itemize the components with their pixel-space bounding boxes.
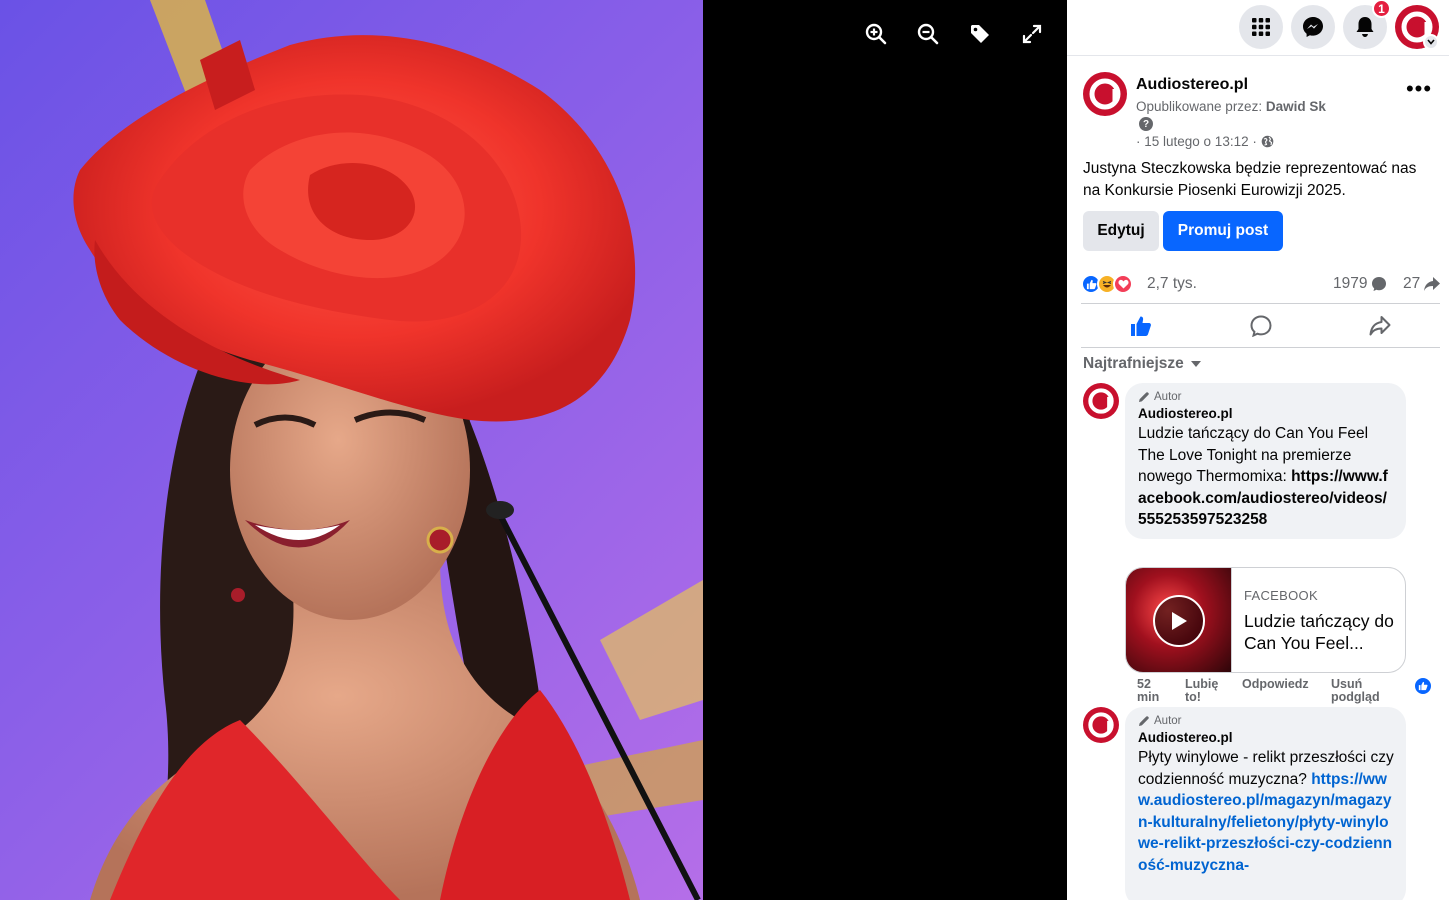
share-button[interactable] xyxy=(1320,304,1440,347)
reactions-count[interactable]: 2,7 tys. xyxy=(1147,275,1197,293)
author-badge: Autor xyxy=(1138,715,1394,727)
reactions-bar: 2,7 tys. 1979 27 xyxy=(1081,272,1443,296)
fullscreen-icon[interactable] xyxy=(1016,18,1048,50)
comment-sort-label: Najtrafniejsze xyxy=(1083,355,1184,372)
play-icon xyxy=(1153,595,1205,647)
comment-author[interactable]: Audiostereo.pl xyxy=(1138,406,1394,421)
post-photo[interactable] xyxy=(0,0,703,900)
tag-icon[interactable] xyxy=(964,18,996,50)
comment-time[interactable]: 52 min xyxy=(1137,678,1173,704)
preview-source: FACEBOOK xyxy=(1244,588,1318,603)
viewer-toolbar xyxy=(860,18,1048,50)
post-text: Justyna Steczkowska będzie reprezentować… xyxy=(1083,160,1417,199)
post-timestamp[interactable]: · 15 lutego o 13:12 · xyxy=(1136,134,1257,149)
post-panel: 1 Audiostereo.pl Opublikowane przez: Daw… xyxy=(1067,0,1449,900)
comment-text: Ludzie tańczący do Can You Feel The Love… xyxy=(1138,423,1394,531)
post-options-button[interactable]: ••• xyxy=(1403,78,1435,106)
pencil-icon xyxy=(1139,716,1149,726)
preview-title: Ludzie tańczący do Can You Feel... xyxy=(1244,611,1394,653)
published-by-label: Opublikowane przez: xyxy=(1136,99,1263,114)
author-badge-label: Autor xyxy=(1154,715,1182,727)
photo-illustration xyxy=(73,0,703,900)
account-menu-caret[interactable] xyxy=(1423,34,1439,50)
reaction-icons[interactable] xyxy=(1081,274,1133,294)
like-button[interactable] xyxy=(1081,304,1201,347)
comment-button[interactable] xyxy=(1201,304,1321,347)
comment-sort-dropdown[interactable]: Najtrafniejsze xyxy=(1083,355,1202,373)
comment-avatar[interactable] xyxy=(1083,707,1119,743)
comment-bubble: Autor Audiostereo.pl Ludzie tańczący do … xyxy=(1125,383,1406,539)
author-badge-label: Autor xyxy=(1154,391,1182,403)
comment-bubble: Autor Audiostereo.pl Płyty winylowe - re… xyxy=(1125,707,1406,900)
viewer-background xyxy=(703,0,1067,900)
comment-avatar[interactable] xyxy=(1083,383,1119,419)
comment-text: Płyty winylowe - relikt przeszłości czy … xyxy=(1138,747,1394,876)
author-badge: Autor xyxy=(1138,391,1394,403)
notification-badge: 1 xyxy=(1372,0,1391,18)
comments-count[interactable]: 1979 xyxy=(1333,275,1387,293)
top-navigation: 1 xyxy=(1067,0,1449,56)
comments-count-value: 1979 xyxy=(1333,275,1368,292)
help-icon[interactable]: ? xyxy=(1139,117,1153,131)
post-date: · 15 lutego o 13:12 · xyxy=(1136,134,1274,149)
post-actions xyxy=(1081,303,1440,348)
chevron-down-icon xyxy=(1427,39,1435,45)
audiostereo-logo-icon xyxy=(1083,707,1119,743)
audiostereo-logo-icon xyxy=(1083,72,1127,116)
comment-icon xyxy=(1249,314,1272,337)
published-by-name[interactable]: Dawid Sk xyxy=(1266,99,1326,114)
published-by: Opublikowane przez: Dawid Sk xyxy=(1136,99,1326,114)
zoom-in-icon[interactable] xyxy=(860,18,892,50)
share-icon xyxy=(1369,315,1391,335)
globe-icon xyxy=(1261,135,1274,148)
comment-like-icon xyxy=(1413,676,1433,696)
shares-count-value: 27 xyxy=(1403,275,1421,292)
comment-like-link[interactable]: Lubię to! xyxy=(1185,678,1229,704)
shares-count[interactable]: 27 xyxy=(1403,275,1441,293)
caret-down-icon xyxy=(1190,361,1201,367)
share-arrow-icon xyxy=(1424,277,1441,291)
messenger-button[interactable] xyxy=(1291,5,1335,49)
page-name[interactable]: Audiostereo.pl xyxy=(1136,76,1248,94)
messenger-icon xyxy=(1303,17,1323,37)
video-thumbnail xyxy=(1126,568,1232,672)
love-reaction-icon xyxy=(1113,274,1133,294)
menu-button[interactable] xyxy=(1239,5,1283,49)
edit-button[interactable]: Edytuj xyxy=(1083,211,1159,251)
remove-preview-link[interactable]: Usuń podgląd xyxy=(1331,678,1391,704)
grid-menu-icon xyxy=(1252,18,1270,36)
link-preview-card[interactable]: FACEBOOK Ludzie tańczący do Can You Feel… xyxy=(1125,567,1406,673)
comment-bubble-icon xyxy=(1372,277,1387,291)
comment: Autor Audiostereo.pl Płyty winylowe - re… xyxy=(1083,707,1443,900)
notifications-button[interactable]: 1 xyxy=(1343,0,1391,49)
page-avatar[interactable] xyxy=(1083,72,1127,116)
promote-post-button[interactable]: Promuj post xyxy=(1163,211,1283,251)
bell-icon xyxy=(1356,17,1374,37)
thumbs-up-icon xyxy=(1130,316,1151,336)
pencil-icon xyxy=(1139,392,1149,402)
comment-reply-link[interactable]: Odpowiedz xyxy=(1242,678,1309,691)
audiostereo-logo-icon xyxy=(1083,383,1119,419)
zoom-out-icon[interactable] xyxy=(912,18,944,50)
comment: Autor Audiostereo.pl Ludzie tańczący do … xyxy=(1083,383,1443,708)
comment-author[interactable]: Audiostereo.pl xyxy=(1138,730,1394,745)
